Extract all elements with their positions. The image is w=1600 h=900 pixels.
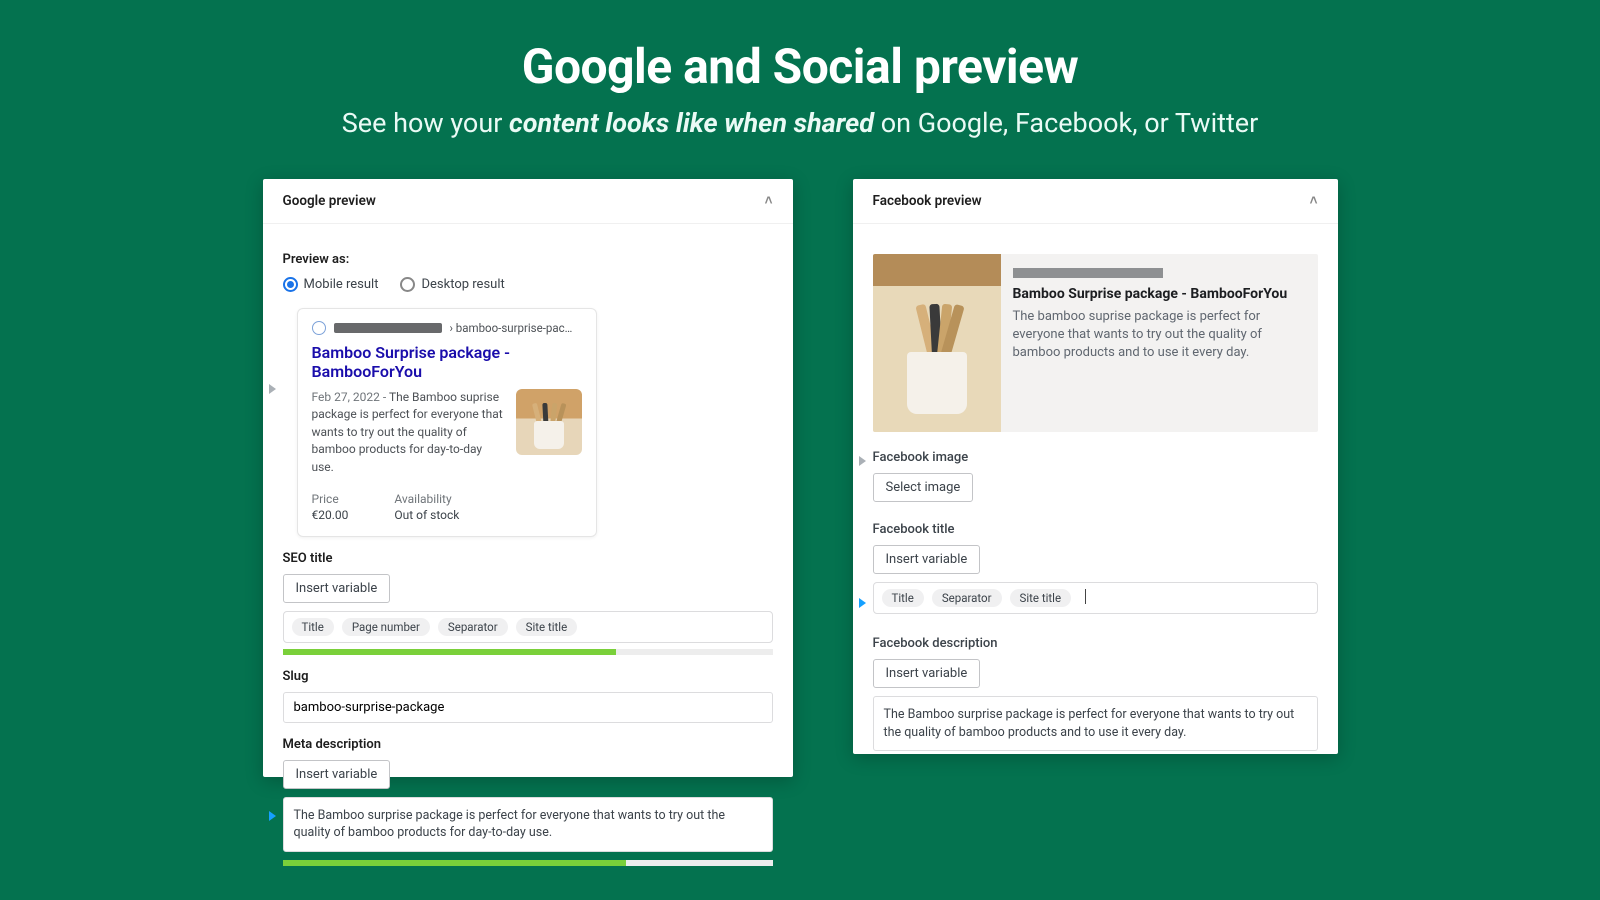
meta-description-progress [283, 860, 773, 866]
chip-title[interactable]: Title [882, 589, 924, 607]
google-panel-header[interactable]: Google preview ˄ [263, 179, 793, 224]
facebook-share-preview: Bamboo Surprise package - BambooForYou T… [873, 254, 1318, 432]
subtitle-suffix: on Google, Facebook, or Twitter [874, 107, 1258, 139]
insert-variable-button[interactable]: Insert variable [283, 574, 391, 603]
subtitle-prefix: See how your [342, 107, 509, 139]
page-title: Google and Social preview [0, 38, 1600, 95]
facebook-title-label: Facebook title [873, 522, 1318, 537]
price-value: €20.00 [312, 508, 349, 522]
chevron-up-icon: ˄ [1310, 193, 1318, 209]
meta-description-input[interactable] [283, 797, 773, 852]
chip-page-number[interactable]: Page number [342, 618, 430, 636]
seo-title-input[interactable]: Title Page number Separator Site title [283, 611, 773, 643]
google-preview-card: Google preview ˄ Preview as: Mobile resu… [263, 179, 793, 777]
serp-title: Bamboo Surprise package - BambooForYou [312, 343, 582, 381]
facebook-preview-image [873, 254, 1001, 432]
globe-icon [312, 321, 326, 335]
radio-dot-icon [283, 277, 298, 292]
seo-title-label: SEO title [283, 551, 773, 566]
insert-variable-button[interactable]: Insert variable [873, 545, 981, 574]
facebook-card-title: Bamboo Surprise package - BambooForYou [1013, 286, 1302, 302]
chip-separator[interactable]: Separator [438, 618, 508, 636]
select-image-button[interactable]: Select image [873, 473, 974, 502]
availability-label: Availability [394, 492, 459, 506]
preview-as-label: Preview as: [283, 252, 773, 267]
facebook-preview-card: Facebook preview ˄ Bamboo Surprise packa… [853, 179, 1338, 754]
google-panel-title: Google preview [283, 193, 376, 209]
chip-site-title[interactable]: Site title [516, 618, 578, 636]
domain-placeholder [334, 323, 442, 333]
breadcrumb-tail: › bamboo-surprise-pac… [450, 321, 573, 335]
page-subtitle: See how your content looks like when sha… [0, 107, 1600, 139]
radio-dot-icon [400, 277, 415, 292]
caret-right-icon [859, 456, 866, 466]
radio-desktop-label: Desktop result [421, 277, 504, 292]
facebook-panel-header[interactable]: Facebook preview ˄ [853, 179, 1338, 224]
chevron-up-icon: ˄ [765, 193, 773, 209]
serp-description: Feb 27, 2022 - The Bamboo suprise packag… [312, 389, 506, 476]
insert-variable-button[interactable]: Insert variable [283, 760, 391, 789]
facebook-description-input[interactable] [873, 696, 1318, 751]
chip-separator[interactable]: Separator [932, 589, 1002, 607]
facebook-description-label: Facebook description [873, 636, 1318, 651]
radio-desktop-result[interactable]: Desktop result [400, 277, 504, 292]
subtitle-em: content looks like when shared [509, 107, 874, 139]
caret-right-icon [859, 598, 866, 608]
domain-placeholder [1013, 268, 1163, 278]
text-cursor [1085, 589, 1086, 604]
serp-thumbnail [516, 389, 582, 455]
meta-description-label: Meta description [283, 737, 773, 752]
serp-date: Feb 27, 2022 - [312, 390, 389, 404]
facebook-title-input[interactable]: Title Separator Site title [873, 582, 1318, 614]
radio-mobile-result[interactable]: Mobile result [283, 277, 379, 292]
seo-title-progress [283, 649, 773, 655]
availability-value: Out of stock [394, 508, 459, 522]
chip-site-title[interactable]: Site title [1010, 589, 1072, 607]
serp-preview: › bamboo-surprise-pac… Bamboo Surprise p… [297, 308, 597, 537]
serp-breadcrumb: › bamboo-surprise-pac… [312, 321, 582, 335]
caret-right-icon [269, 384, 276, 394]
facebook-panel-title: Facebook preview [873, 193, 982, 209]
chip-title[interactable]: Title [292, 618, 334, 636]
caret-right-icon [269, 811, 276, 821]
radio-mobile-label: Mobile result [304, 277, 379, 292]
facebook-image-label: Facebook image [873, 450, 1318, 465]
slug-label: Slug [283, 669, 773, 684]
price-label: Price [312, 492, 349, 506]
insert-variable-button[interactable]: Insert variable [873, 659, 981, 688]
slug-input[interactable] [283, 692, 773, 723]
facebook-card-description: The bamboo suprise package is perfect fo… [1013, 308, 1302, 363]
